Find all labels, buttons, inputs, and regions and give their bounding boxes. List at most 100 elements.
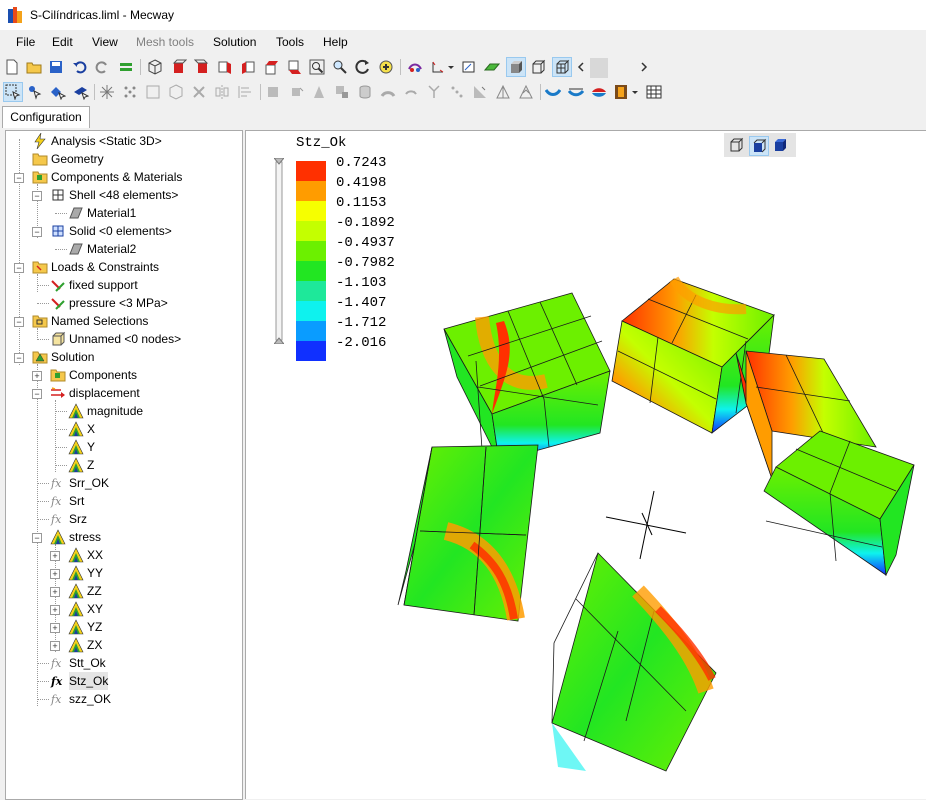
open-folder-icon[interactable] bbox=[25, 58, 43, 76]
table-icon[interactable] bbox=[645, 83, 663, 101]
film-animation-icon[interactable] bbox=[612, 83, 630, 101]
formula-fx-icon: fx bbox=[50, 513, 62, 526]
tree-label: Analysis <Static 3D> bbox=[51, 134, 162, 148]
collapse-toggle[interactable]: − bbox=[32, 227, 42, 237]
menu-solution[interactable]: Solution bbox=[213, 35, 256, 49]
undo-icon[interactable] bbox=[71, 58, 89, 76]
view-right-icon[interactable] bbox=[239, 58, 257, 76]
deformed-shape-icon[interactable] bbox=[406, 58, 424, 76]
expand-toggle[interactable]: + bbox=[50, 587, 60, 597]
tree-label: Geometry bbox=[51, 152, 104, 166]
svg-text:fx: fx bbox=[50, 675, 63, 688]
tree-label: Solution bbox=[51, 350, 95, 364]
mirror-icon[interactable] bbox=[213, 83, 231, 101]
tree-label: X bbox=[87, 422, 96, 436]
select-box-icon[interactable] bbox=[3, 82, 23, 102]
menu-file[interactable]: File bbox=[16, 35, 35, 49]
animation-dropdown-icon[interactable] bbox=[630, 83, 640, 101]
tab-configuration[interactable]: Configuration bbox=[2, 106, 90, 128]
csys-dropdown-icon[interactable] bbox=[446, 58, 456, 76]
align-icon[interactable] bbox=[236, 83, 254, 101]
tree-label: Unnamed <0 nodes> bbox=[69, 332, 182, 346]
bend-shell-icon[interactable] bbox=[567, 83, 585, 101]
tetra-icon[interactable] bbox=[494, 83, 512, 101]
collapse-toggle[interactable]: − bbox=[32, 191, 42, 201]
zoom-icon[interactable] bbox=[331, 58, 349, 76]
tree-label: XY bbox=[87, 602, 104, 616]
collapse-toggle[interactable]: − bbox=[14, 173, 24, 183]
view-left-icon[interactable] bbox=[216, 58, 234, 76]
rotate-icon[interactable] bbox=[354, 58, 372, 76]
move-nodes-icon[interactable] bbox=[264, 83, 282, 101]
mesh-edges-icon[interactable] bbox=[552, 57, 572, 77]
colorful-tool-icon[interactable] bbox=[590, 83, 608, 101]
select-element-icon[interactable] bbox=[49, 83, 67, 101]
menu-mesh-tools[interactable]: Mesh tools bbox=[136, 35, 194, 49]
menu-edit[interactable]: Edit bbox=[52, 35, 73, 49]
view-top-icon[interactable] bbox=[262, 58, 280, 76]
scale-icon[interactable] bbox=[333, 83, 351, 101]
mecway-app-icon bbox=[8, 7, 22, 23]
view-bottom-icon[interactable] bbox=[285, 58, 303, 76]
scroll-right-icon[interactable] bbox=[638, 58, 650, 76]
zoom-fit-icon[interactable] bbox=[308, 58, 326, 76]
wireframe-view-icon[interactable] bbox=[529, 58, 547, 76]
delete-icon[interactable] bbox=[190, 83, 208, 101]
node-numbers-icon[interactable] bbox=[460, 58, 478, 76]
save-icon[interactable] bbox=[47, 58, 65, 76]
pan-icon[interactable] bbox=[377, 58, 395, 76]
menu-view[interactable]: View bbox=[92, 35, 118, 49]
shell-plate-icon[interactable] bbox=[483, 58, 501, 76]
tree-label: Components bbox=[69, 368, 138, 382]
collapse-toggle[interactable]: − bbox=[14, 353, 24, 363]
toolbar-scroll-thumb[interactable] bbox=[590, 58, 608, 78]
tree-label: YY bbox=[87, 566, 104, 580]
expand-toggle[interactable]: + bbox=[50, 641, 60, 651]
triangle-icon[interactable] bbox=[517, 83, 535, 101]
tree-label: Material1 bbox=[87, 206, 137, 220]
expand-toggle[interactable]: + bbox=[50, 551, 60, 561]
extrude-icon[interactable] bbox=[310, 83, 328, 101]
equals-icon[interactable] bbox=[117, 58, 135, 76]
graphics-viewport[interactable]: Stz_Ok 0.7243 0.4198 0.1153 -0.1892 -0.4937-… bbox=[245, 130, 926, 799]
refine-icon[interactable] bbox=[448, 83, 466, 101]
convert-icon[interactable] bbox=[471, 83, 489, 101]
window-title: S-Cilíndricas.liml - Mecway bbox=[30, 8, 175, 22]
sweep-icon[interactable] bbox=[379, 83, 397, 101]
bend-icon[interactable] bbox=[544, 83, 562, 101]
formula-fx-icon: fx bbox=[50, 693, 62, 706]
csys-icon[interactable] bbox=[429, 58, 447, 76]
scroll-left-icon[interactable] bbox=[575, 58, 587, 76]
expand-toggle[interactable]: + bbox=[32, 371, 42, 381]
cube-outline-icon[interactable] bbox=[167, 83, 185, 101]
split-icon[interactable] bbox=[425, 83, 443, 101]
stress-contour-plot[interactable] bbox=[246, 131, 926, 799]
select-face-icon[interactable] bbox=[72, 83, 90, 101]
result-triangle-icon bbox=[68, 439, 84, 455]
square-icon[interactable] bbox=[144, 83, 162, 101]
new-file-icon[interactable] bbox=[3, 58, 21, 76]
collapse-toggle[interactable]: − bbox=[14, 263, 24, 273]
select-node-icon[interactable] bbox=[26, 83, 44, 101]
revolve-icon[interactable] bbox=[402, 83, 420, 101]
expand-toggle[interactable]: + bbox=[50, 605, 60, 615]
explode-icon[interactable] bbox=[98, 83, 116, 101]
wireframe-cube-icon[interactable] bbox=[146, 58, 164, 76]
collapse-toggle[interactable]: − bbox=[32, 389, 42, 399]
title-bar: S-Cilíndricas.liml - Mecway bbox=[0, 0, 926, 30]
expand-toggle[interactable]: + bbox=[50, 569, 60, 579]
cylinder-icon[interactable] bbox=[356, 83, 374, 101]
view-back-icon[interactable] bbox=[193, 58, 211, 76]
view-front-icon[interactable] bbox=[170, 58, 188, 76]
redo-icon[interactable] bbox=[93, 58, 111, 76]
collapse-toggle[interactable]: − bbox=[14, 317, 24, 327]
result-triangle-icon bbox=[68, 421, 84, 437]
collapse-toggle[interactable]: − bbox=[32, 533, 42, 543]
menu-help[interactable]: Help bbox=[323, 35, 348, 49]
menu-tools[interactable]: Tools bbox=[276, 35, 304, 49]
rotate-nodes-icon[interactable] bbox=[287, 83, 305, 101]
solid-shading-icon[interactable] bbox=[506, 57, 526, 77]
expand-toggle[interactable]: + bbox=[50, 623, 60, 633]
dots-icon[interactable] bbox=[121, 83, 139, 101]
formula-fx-icon: fx bbox=[50, 477, 62, 490]
